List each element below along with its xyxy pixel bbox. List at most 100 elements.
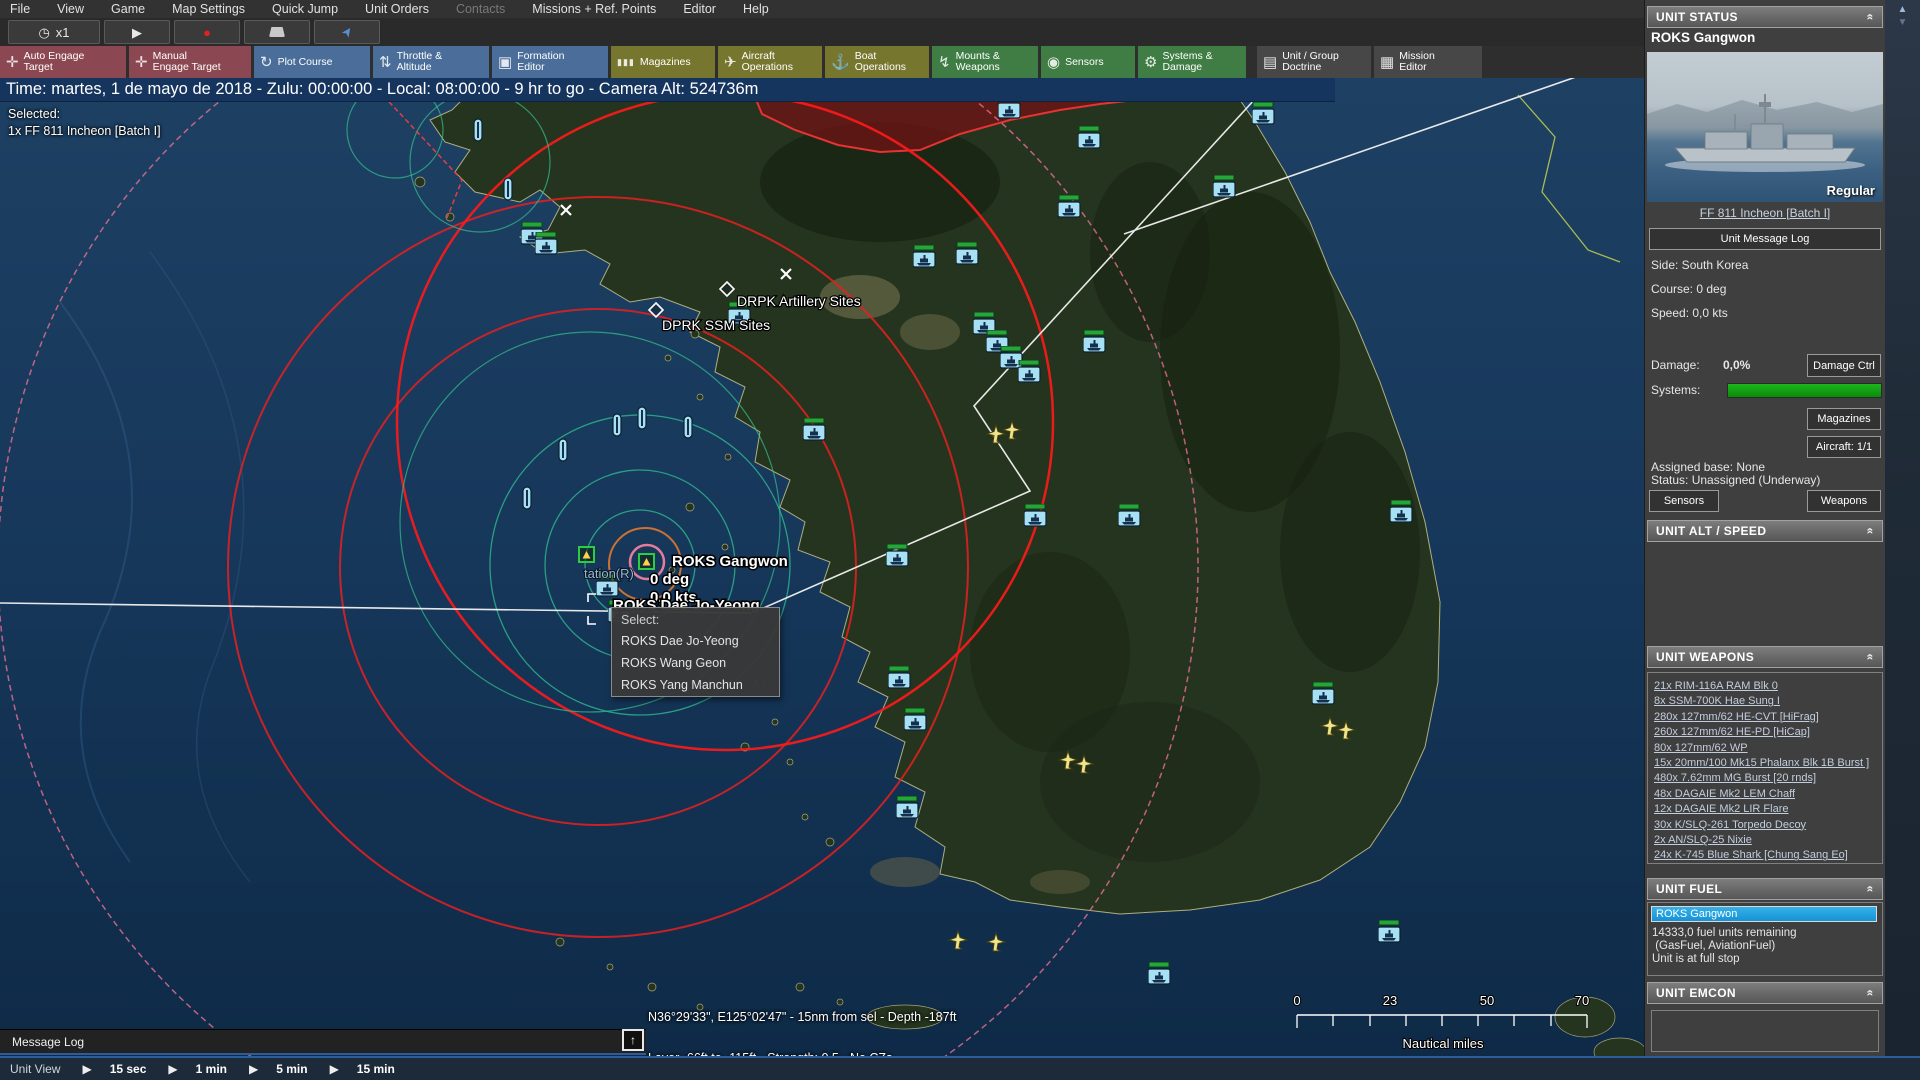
unit-emcon-header[interactable]: UNIT EMCON « <box>1647 982 1883 1004</box>
time-preset-1min[interactable]: 1 min <box>196 1062 227 1076</box>
weapon-link[interactable]: 2x AN/SLQ-25 Nixie <box>1654 833 1882 848</box>
time-preset-15min[interactable]: 15 min <box>357 1062 395 1076</box>
play-step-icon[interactable]: ▶ <box>249 1062 258 1076</box>
time-preset-15sec[interactable]: 15 sec <box>110 1062 147 1076</box>
mission-editor-button[interactable]: ▦ Mission Editor <box>1374 46 1482 78</box>
map-unit-ship[interactable] <box>1378 920 1400 942</box>
map-unit-ship[interactable] <box>886 544 908 566</box>
map-unit-ship[interactable] <box>535 232 557 254</box>
message-log-bar[interactable]: Message Log <box>0 1029 646 1055</box>
sensors-panel-button[interactable]: Sensors <box>1649 490 1719 512</box>
map-unit-ship[interactable] <box>1312 682 1334 704</box>
map-unit-ship[interactable] <box>1078 126 1100 148</box>
time-preset-5min[interactable]: 5 min <box>276 1062 307 1076</box>
play-button[interactable]: ▶ <box>104 20 170 44</box>
menu-unit-orders[interactable]: Unit Orders <box>365 2 429 16</box>
expand-message-log-button[interactable]: ↑ <box>622 1029 644 1051</box>
play-step-icon[interactable]: ▶ <box>82 1062 91 1076</box>
weapon-link[interactable]: 24x K-745 Blue Shark [Chung Sang Eo] <box>1654 848 1882 863</box>
weapon-link[interactable]: 8x SSM-700K Hae Sung I <box>1654 694 1882 709</box>
weapon-link[interactable]: 15x 20mm/100 Mk15 Phalanx Blk 1B Burst ] <box>1654 756 1882 771</box>
menu-editor[interactable]: Editor <box>683 2 716 16</box>
map-unit-green[interactable] <box>579 547 594 562</box>
aircraft-panel-button[interactable]: Aircraft: 1/1 <box>1807 436 1881 458</box>
map-unit-ship[interactable] <box>904 708 926 730</box>
pointer-jump-button[interactable]: ➤ <box>314 20 380 44</box>
menu-quick-jump[interactable]: Quick Jump <box>272 2 338 16</box>
map-unit-green[interactable] <box>639 554 654 569</box>
map-unit-ship[interactable] <box>1252 102 1274 124</box>
damage-ctrl-button[interactable]: Damage Ctrl <box>1807 354 1881 377</box>
magazines-panel-button[interactable]: Magazines <box>1807 408 1881 430</box>
map-unit-ship[interactable] <box>1118 504 1140 526</box>
map-area[interactable]: ROKS Gangwon 0 deg 0,0 kts ROKS Dae Jo-Yeon… <box>0 78 1644 1056</box>
unit-status-header[interactable]: UNIT STATUS « <box>1647 6 1883 28</box>
map-unit-ship[interactable] <box>803 418 825 440</box>
weapon-link[interactable]: 260x 127mm/62 HE-PD [HiCap] <box>1654 725 1882 740</box>
map-unit-helo[interactable] <box>523 487 531 509</box>
weapon-link[interactable]: 21x RIM-116A RAM Blk 0 <box>1654 679 1882 694</box>
magazines-button[interactable]: ▮▮▮ Magazines <box>611 46 715 78</box>
auto-engage-target-button[interactable]: ✛ Auto Engage Target <box>0 46 126 78</box>
weapon-link[interactable]: 480x 7.62mm MG Burst [20 rnds] <box>1654 771 1882 786</box>
map-unit-ship[interactable] <box>1148 962 1170 984</box>
map-unit-ship[interactable] <box>913 245 935 267</box>
weapons-panel-button[interactable]: Weapons <box>1807 490 1881 512</box>
unit-alt-speed-header[interactable]: UNIT ALT / SPEED « <box>1647 520 1883 542</box>
map-unit-ship[interactable] <box>1213 175 1235 197</box>
unit-weapons-header[interactable]: UNIT WEAPONS « <box>1647 646 1883 668</box>
scroll-up-icon[interactable]: ▲ <box>1898 4 1908 15</box>
map-unit-helo[interactable] <box>613 414 621 436</box>
map[interactable]: ROKS Gangwon0 deg0,0 ktsROKS Dae Jo-Yeon… <box>0 78 1644 1056</box>
play-step-icon[interactable]: ▶ <box>330 1062 339 1076</box>
systems-damage-button[interactable]: ⚙ Systems & Damage <box>1138 46 1246 78</box>
plot-course-button[interactable]: ↻ Plot Course <box>254 46 370 78</box>
formation-editor-button[interactable]: ▣ Formation Editor <box>492 46 608 78</box>
menu-file[interactable]: File <box>10 2 30 16</box>
map-unit-ship[interactable] <box>956 242 978 264</box>
unit-class-link[interactable]: FF 811 Incheon [Batch I] <box>1645 206 1885 220</box>
map-unit-ship[interactable] <box>1058 195 1080 217</box>
map-unit-ship[interactable] <box>1018 360 1040 382</box>
play-step-icon[interactable]: ▶ <box>168 1062 177 1076</box>
map-unit-ship[interactable] <box>1024 504 1046 526</box>
map-unit-helo[interactable] <box>559 439 567 461</box>
context-menu-item[interactable]: ROKS Wang Geon <box>612 652 779 674</box>
map-unit-helo[interactable] <box>638 407 646 429</box>
unit-group-doctrine-button[interactable]: ▤ Unit / Group Doctrine <box>1257 46 1371 78</box>
weapon-link[interactable]: 30x K/SLQ-261 Torpedo Decoy <box>1654 818 1882 833</box>
map-unit-ship[interactable] <box>1390 500 1412 522</box>
manual-engage-target-button[interactable]: ✛ Manual Engage Target <box>129 46 251 78</box>
weapon-link[interactable]: 48x DAGAIE Mk2 LEM Chaff <box>1654 787 1882 802</box>
boat-operations-button[interactable]: ⚓ Boat Operations <box>825 46 929 78</box>
menu-game[interactable]: Game <box>111 2 145 16</box>
menu-map-settings[interactable]: Map Settings <box>172 2 245 16</box>
context-menu-item[interactable]: ROKS Dae Jo-Yeong <box>612 630 779 652</box>
time-compression-button[interactable]: ◷ x1 <box>8 20 100 44</box>
weapon-link[interactable]: 80x 127mm/62 WP <box>1654 741 1882 756</box>
sensors-button[interactable]: ◉ Sensors <box>1041 46 1135 78</box>
scroll-down-icon[interactable]: ▼ <box>1898 17 1908 28</box>
weapon-link[interactable]: 280x 127mm/62 HE-CVT [HiFrag] <box>1654 710 1882 725</box>
map-unit-helo[interactable] <box>684 416 692 438</box>
unit-message-log-button[interactable]: Unit Message Log <box>1649 228 1881 250</box>
record-button[interactable]: ● <box>174 20 240 44</box>
map-unit-helo[interactable] <box>474 119 482 141</box>
aircraft-operations-button[interactable]: ✈ Aircraft Operations <box>718 46 822 78</box>
mounts-weapons-button[interactable]: ↯ Mounts & Weapons <box>932 46 1038 78</box>
unit-fuel-header[interactable]: UNIT FUEL « <box>1647 878 1883 900</box>
weapon-link[interactable]: 12x DAGAIE Mk2 LIR Flare <box>1654 802 1882 817</box>
sidebar-scrollbar[interactable]: ▲ ▼ <box>1885 0 1920 1056</box>
menu-view[interactable]: View <box>57 2 84 16</box>
menu-missions-ref-points[interactable]: Missions + Ref. Points <box>532 2 656 16</box>
print-button[interactable] <box>244 20 310 44</box>
map-unit-helo[interactable] <box>504 178 512 200</box>
throttle-altitude-button[interactable]: ⇅ Throttle & Altitude <box>373 46 489 78</box>
map-unit-ship[interactable] <box>896 796 918 818</box>
context-menu-item[interactable]: ROKS Yang Manchun <box>612 674 779 696</box>
map-unit-ship[interactable] <box>1083 330 1105 352</box>
unit-view-label[interactable]: Unit View <box>10 1062 60 1076</box>
menu-help[interactable]: Help <box>743 2 769 16</box>
fuel-unit-row[interactable]: ROKS Gangwon <box>1651 906 1877 922</box>
map-unit-ship[interactable] <box>888 666 910 688</box>
